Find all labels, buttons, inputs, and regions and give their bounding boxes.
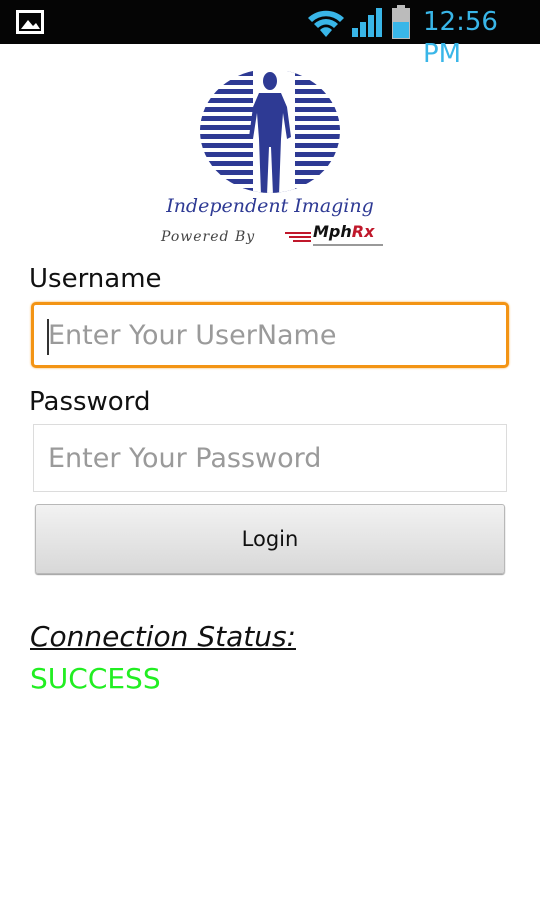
login-button[interactable]: Login — [35, 504, 505, 574]
username-field[interactable]: Enter Your UserName — [31, 302, 509, 368]
connection-status-label: Connection Status: — [30, 620, 296, 653]
password-label: Password — [29, 387, 151, 417]
status-time: 12:56 PM — [423, 7, 498, 69]
logo-title: Independent Imaging — [166, 195, 374, 217]
username-placeholder: Enter Your UserName — [48, 319, 337, 351]
independent-imaging-logo — [200, 69, 340, 193]
password-field[interactable]: Enter Your Password — [33, 424, 507, 492]
battery-icon — [392, 5, 410, 39]
username-label: Username — [29, 264, 162, 294]
gallery-icon — [16, 10, 44, 34]
status-bar: 12:56 PM — [0, 0, 540, 69]
wifi-icon — [308, 10, 344, 37]
password-placeholder: Enter Your Password — [48, 442, 322, 474]
mphrx-brand: MphRx — [313, 222, 375, 241]
connection-status-value: SUCCESS — [30, 662, 161, 695]
powered-by-label: Powered By — [161, 229, 256, 245]
signal-icon — [352, 8, 382, 37]
